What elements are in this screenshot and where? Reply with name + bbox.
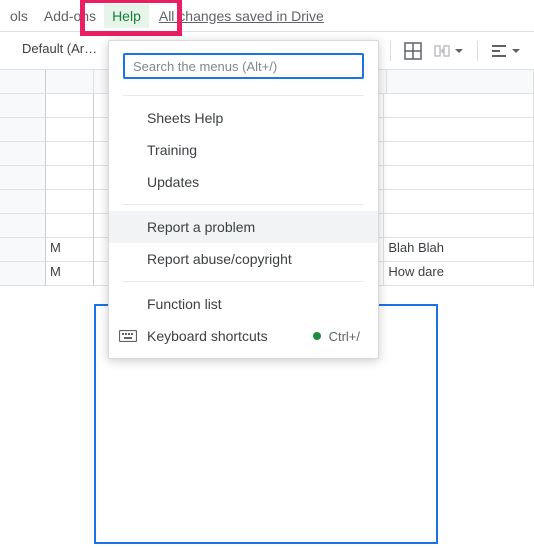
cell[interactable]: How dare xyxy=(384,262,534,286)
col-header-c[interactable] xyxy=(387,70,534,93)
status-dot-icon xyxy=(313,332,321,340)
cell[interactable]: M xyxy=(46,262,94,286)
menu-report-problem[interactable]: Report a problem xyxy=(109,211,378,243)
menu-report-abuse[interactable]: Report abuse/copyright xyxy=(109,243,378,275)
menu-help[interactable]: Help xyxy=(104,4,149,28)
col-header-a[interactable] xyxy=(46,70,94,93)
save-status[interactable]: All changes saved in Drive xyxy=(159,8,324,24)
menu-updates[interactable]: Updates xyxy=(109,166,378,198)
keyboard-icon xyxy=(119,329,137,343)
menu-keyboard-shortcuts[interactable]: Keyboard shortcuts Ctrl+/ xyxy=(109,320,378,352)
merge-cells-icon[interactable] xyxy=(431,39,467,63)
cell[interactable]: Blah Blah xyxy=(384,238,534,262)
menu-sheets-help[interactable]: Sheets Help xyxy=(109,102,378,134)
borders-icon[interactable] xyxy=(401,39,425,63)
menu-bar: ols Add-ons Help All changes saved in Dr… xyxy=(0,0,534,32)
menu-search-input[interactable] xyxy=(123,53,364,79)
font-selector[interactable]: Default (Ari… xyxy=(18,39,104,63)
cell[interactable]: M xyxy=(46,238,94,262)
menu-function-list[interactable]: Function list xyxy=(109,288,378,320)
help-menu-dropdown: Sheets Help Training Updates Report a pr… xyxy=(108,40,379,359)
horizontal-align-icon[interactable] xyxy=(488,39,524,63)
menu-tools[interactable]: ols xyxy=(2,4,36,28)
menu-training[interactable]: Training xyxy=(109,134,378,166)
shortcut-hint: Ctrl+/ xyxy=(329,329,360,344)
select-all-corner[interactable] xyxy=(0,70,46,93)
menu-addons[interactable]: Add-ons xyxy=(36,4,104,28)
toolbar-right xyxy=(386,39,534,63)
